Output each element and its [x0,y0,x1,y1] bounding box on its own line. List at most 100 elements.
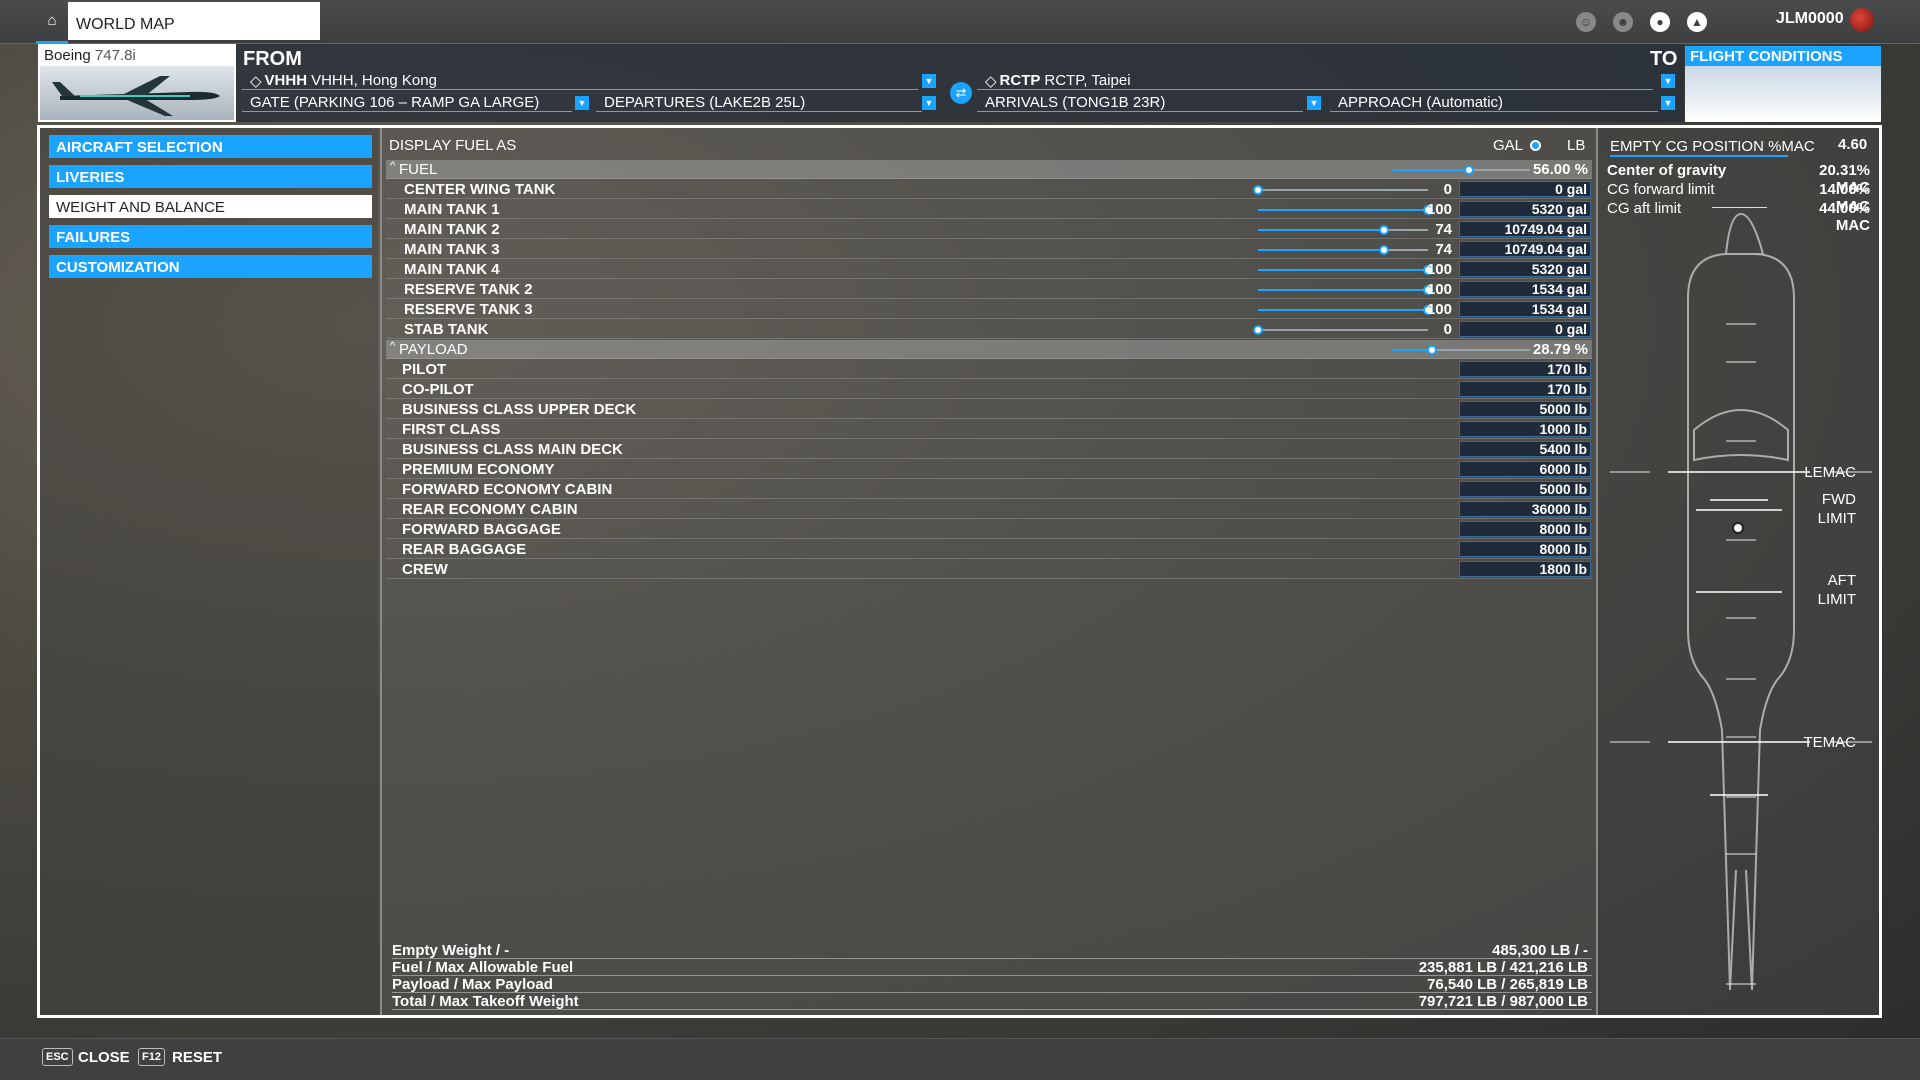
esc-key: ESC [42,1048,73,1066]
fuel-tank-row: RESERVE TANK 2 100 1534 gal [386,280,1592,299]
departure-select[interactable]: DEPARTURES (LAKE2B 25L) [596,94,922,112]
payload-value-input[interactable]: 5000 lb [1459,481,1591,497]
tank-slider[interactable] [1253,185,1428,195]
fuel-section-row[interactable]: ^ FUEL 56.00 % [386,160,1592,179]
tank-percent: 74 [1435,221,1452,238]
username[interactable]: JLM0000 [1776,10,1844,28]
total-value: 76,540 LB / 265,819 LB [1427,976,1588,993]
menu-weight-and-balance[interactable]: WEIGHT AND BALANCE [49,195,372,218]
payload-value-input[interactable]: 6000 lb [1459,461,1591,477]
tank-slider[interactable] [1258,285,1433,295]
payload-value-input[interactable]: 5400 lb [1459,441,1591,457]
tank-slider-fill [1258,289,1428,291]
f12-key: F12 [138,1048,165,1066]
payload-total-slider-knob[interactable] [1426,345,1437,355]
tank-slider[interactable] [1258,245,1428,255]
payload-row: CREW 1800 lb [386,560,1592,579]
payload-value-input[interactable]: 170 lb [1459,381,1591,397]
fuel-tank-row: RESERVE TANK 3 100 1534 gal [386,300,1592,319]
payload-name: BUSINESS CLASS MAIN DECK [402,441,623,458]
payload-name: FORWARD ECONOMY CABIN [402,481,613,498]
payload-value-input[interactable]: 5000 lb [1459,401,1591,417]
payload-value-input[interactable]: 1800 lb [1459,561,1591,577]
tank-name: MAIN TANK 4 [404,261,500,278]
menu-customization[interactable]: CUSTOMIZATION [49,255,372,278]
tank-value-input[interactable]: 1534 gal [1459,281,1591,297]
unit-toggle[interactable] [1530,140,1541,151]
tank-value-input[interactable]: 10749.04 gal [1459,221,1591,237]
payload-row: CO-PILOT 170 lb [386,380,1592,399]
tank-name: STAB TANK [404,321,489,338]
payload-name: REAR BAGGAGE [402,541,527,558]
menu-failures[interactable]: FAILURES [49,225,372,248]
tank-slider-knob[interactable] [1253,185,1263,195]
gate-dropdown[interactable]: ▼ [575,96,589,110]
payload-value-input[interactable]: 36000 lb [1459,501,1591,517]
payload-value-input[interactable]: 1000 lb [1459,421,1591,437]
gate-value: GATE (PARKING 106 – RAMP GA LARGE) [250,94,540,111]
gate-select[interactable]: GATE (PARKING 106 – RAMP GA LARGE) [242,94,572,112]
tank-slider[interactable] [1258,225,1428,235]
tank-slider-knob[interactable] [1378,245,1389,255]
fuel-total-slider[interactable] [1392,165,1530,175]
payload-row: FORWARD ECONOMY CABIN 5000 lb [386,480,1592,499]
fuel-total-slider-knob[interactable] [1464,165,1475,175]
menu-liveries[interactable]: LIVERIES [49,165,372,188]
departure-dropdown[interactable]: ▼ [922,96,936,110]
close-button[interactable]: CLOSE [78,1049,130,1066]
group-icon[interactable]: ☻ [1613,12,1633,32]
departure-airport-field[interactable]: ◇ VHHH VHHH, Hong Kong [242,72,918,90]
tank-slider[interactable] [1258,265,1433,275]
tank-value-input[interactable]: 0 gal [1459,321,1591,337]
reset-button[interactable]: RESET [172,1049,222,1066]
swap-route-button[interactable]: ⇄ [950,82,972,104]
tank-slider-knob[interactable] [1378,225,1389,235]
tank-slider[interactable] [1258,205,1433,215]
payload-value-input[interactable]: 8000 lb [1459,521,1591,537]
payload-value-input[interactable]: 170 lb [1459,361,1591,377]
approach-select[interactable]: APPROACH (Automatic) [1330,94,1658,112]
lb-option-label[interactable]: LB [1567,137,1585,154]
tank-slider[interactable] [1258,305,1433,315]
swap-icon: ⇄ [955,85,967,100]
approach-value: APPROACH (Automatic) [1338,94,1504,111]
cg-value: 4.60 [1838,136,1868,153]
tank-value-input[interactable]: 5320 gal [1459,201,1591,217]
arrival-dropdown[interactable]: ▼ [1307,96,1321,110]
flight-conditions-title: FLIGHT CONDITIONS [1685,46,1881,66]
tank-slider[interactable] [1253,325,1428,335]
arrival-airport-field[interactable]: ◇ RCTP RCTP, Taipei [977,72,1653,90]
tank-percent: 0 [1443,181,1452,198]
payload-value-input[interactable]: 8000 lb [1459,541,1591,557]
notifications-icon[interactable]: ▲ [1687,12,1707,32]
avatar[interactable] [1850,8,1874,32]
collapse-caret-icon[interactable]: ^ [390,340,395,352]
tank-name: CENTER WING TANK [404,181,556,198]
tank-slider-knob[interactable] [1253,325,1263,335]
arrival-airport-dropdown[interactable]: ▼ [1661,74,1675,88]
departure-airport-dropdown[interactable]: ▼ [922,74,936,88]
total-label: Empty Weight / - [392,942,510,959]
cg-slider[interactable] [1610,155,1788,157]
tab-world-map[interactable]: WORLD MAP [68,2,320,40]
payload-section-row[interactable]: ^ PAYLOAD 28.79 % [386,340,1592,359]
collapse-caret-icon[interactable]: ^ [390,160,395,172]
friends-icon[interactable]: ☺ [1576,12,1596,32]
approach-dropdown[interactable]: ▼ [1661,96,1675,110]
marker-aft-limit: LIMIT [1817,591,1856,608]
profile-icon[interactable]: ● [1650,12,1670,32]
tank-value-input[interactable]: 5320 gal [1459,261,1591,277]
tank-value-input[interactable]: 10749.04 gal [1459,241,1591,257]
payload-row: BUSINESS CLASS MAIN DECK 5400 lb [386,440,1592,459]
tank-name: MAIN TANK 2 [404,221,500,238]
home-tab[interactable]: ⌂ [36,0,68,44]
arrival-select[interactable]: ARRIVALS (TONG1B 23R) [977,94,1303,112]
tank-value-input[interactable]: 1534 gal [1459,301,1591,317]
fuel-tank-row: MAIN TANK 3 74 10749.04 gal [386,240,1592,259]
tank-value-input[interactable]: 0 gal [1459,181,1591,197]
payload-total-slider[interactable] [1392,345,1530,355]
menu-aircraft-selection[interactable]: AIRCRAFT SELECTION [49,135,372,158]
tank-slider-fill [1258,309,1428,311]
departure-value: DEPARTURES (LAKE2B 25L) [604,94,806,111]
gal-option-label[interactable]: GAL [1493,137,1523,154]
